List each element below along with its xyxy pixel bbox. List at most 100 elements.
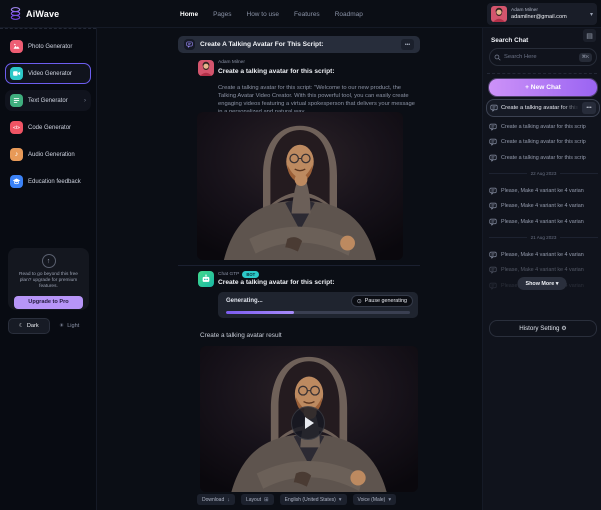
app-header: AiWave Home Pages How to use Features Ro… [0, 0, 601, 28]
sidebar-item-label: Education feedback [28, 179, 81, 185]
chat-item-menu-button[interactable]: ••• [582, 102, 596, 114]
search-input[interactable] [504, 54, 576, 60]
education-icon [10, 175, 23, 188]
search-box: ⌘K [489, 48, 597, 66]
user-message-heading: Create a talking avatar for this script: [218, 68, 335, 75]
chat-main: Create A Talking Avatar For This Script:… [97, 28, 482, 510]
language-select[interactable]: English (United States)▾ [280, 494, 347, 505]
nav-roadmap[interactable]: Roadmap [335, 11, 363, 18]
sidebar-item-photo-generator[interactable]: Photo Generator [5, 36, 91, 57]
pause-icon: ⊙ [357, 298, 362, 305]
layout-icon: ⊞ [264, 497, 269, 503]
play-button[interactable] [291, 406, 325, 440]
result-actions: Download↓ Layout⊞ English (United States… [197, 494, 396, 505]
pause-generating-button[interactable]: ⊙ Pause generating [351, 295, 413, 307]
bot-author-row: Chat GTP BOT [218, 271, 259, 278]
chat-icon [490, 104, 498, 112]
sidebar-item-audio-generation[interactable]: ♪ Audio Generation [5, 144, 91, 165]
code-icon: </> [10, 121, 23, 134]
active-chat-item[interactable]: Create a talking avatar for this scrip •… [486, 99, 600, 117]
chat-icon [489, 154, 497, 162]
history-item[interactable]: Please, Make 4 variant ke 4 varian [489, 250, 598, 259]
history-item[interactable]: Please, Make 4 variant ke 4 varian [489, 217, 598, 226]
dark-mode-button[interactable]: ☾Dark [8, 318, 50, 334]
chat-icon [489, 138, 497, 146]
bot-message-heading: Create a talking avatar for this script: [218, 279, 335, 286]
chat-title: Create A Talking Avatar For This Script: [200, 41, 323, 48]
search-icon [494, 54, 501, 61]
user-message-avatar [198, 60, 214, 76]
chat-menu-button[interactable]: ••• [401, 39, 414, 50]
moon-icon: ☾ [19, 323, 24, 329]
sidebar-item-label: Photo Generator [28, 44, 72, 50]
sidebar-item-video-generator[interactable]: Video Generator [5, 63, 91, 84]
left-sidebar: Photo Generator Video Generator Text Gen… [0, 28, 97, 510]
upgrade-to-pro-button[interactable]: Upgrade to Pro [14, 296, 83, 309]
sun-icon: ☀ [59, 323, 64, 329]
chat-icon [489, 266, 497, 274]
chevron-down-icon: ▾ [339, 497, 342, 503]
chat-icon [489, 282, 497, 290]
nav-pages[interactable]: Pages [213, 11, 231, 18]
history-item[interactable]: Please, Make 4 variant ke 4 varian [489, 186, 598, 195]
generating-label: Generating... [226, 298, 263, 304]
sidebar-item-text-generator[interactable]: Text Generator › [5, 90, 91, 111]
divider [487, 73, 597, 74]
chat-history-list: Create a talking avatar for this scrip C… [489, 122, 598, 297]
download-button[interactable]: Download↓ [197, 494, 235, 505]
history-item[interactable]: Please, Make 4 variant ke 4 varian [489, 202, 598, 211]
script-reference-image [197, 112, 403, 260]
voice-select[interactable]: Voice (Male)▾ [353, 494, 397, 505]
text-icon [10, 94, 23, 107]
sidebar-item-label: Code Generator [28, 125, 71, 131]
history-item[interactable]: Create a talking avatar for this scrip [489, 122, 598, 131]
message-divider [178, 265, 420, 266]
result-label: Create a talking avatar result [200, 332, 282, 339]
generating-card: Generating... ⊙ Pause generating [218, 292, 418, 318]
chevron-right-icon: › [84, 98, 86, 104]
history-item[interactable]: Please, Make 4 variant ke 4 varian [489, 266, 598, 275]
aiwave-logo-icon [9, 6, 22, 21]
app-root: AiWave Home Pages How to use Features Ro… [0, 0, 601, 510]
nav-features[interactable]: Features [294, 11, 320, 18]
brand-name: AiWave [26, 9, 59, 19]
sidebar-item-code-generator[interactable]: </> Code Generator [5, 117, 91, 138]
layout-button[interactable]: Layout⊞ [241, 494, 274, 505]
right-panel: ▤ Search Chat ⌘K + New Chat Create a tal… [482, 28, 601, 510]
theme-toggle: ☾Dark ☀Light [8, 318, 89, 334]
upgrade-card: ↑ Read to go beyond this free plan? upgr… [8, 248, 89, 310]
history-item[interactable]: Create a talking avatar for this scrip [489, 153, 598, 162]
chat-icon [489, 202, 497, 210]
play-icon [305, 417, 314, 429]
history-item[interactable]: Create a talking avatar for this scrip [489, 138, 598, 147]
chat-icon [489, 123, 497, 131]
search-chat-heading: Search Chat [491, 37, 528, 44]
chat-title-icon [184, 39, 195, 50]
history-setting-button[interactable]: History Setting ⚙ [489, 320, 597, 337]
main-nav: Home Pages How to use Features Roadmap [180, 0, 363, 28]
user-message-author: Adam Milner [218, 60, 245, 65]
progress-fill [226, 311, 294, 314]
audio-icon: ♪ [10, 148, 23, 161]
light-mode-button[interactable]: ☀Light [50, 318, 90, 334]
panel-collapse-icon[interactable]: ▤ [583, 29, 596, 42]
active-chat-label: Create a talking avatar for this scrip [501, 105, 579, 111]
history-date-divider: 21 Aug 2023 [489, 233, 598, 242]
brand[interactable]: AiWave [9, 6, 59, 21]
upgrade-text: Read to go beyond this free plan? upgrad… [14, 272, 83, 290]
chat-title-bar: Create A Talking Avatar For This Script:… [178, 36, 420, 53]
nav-how-to-use[interactable]: How to use [247, 11, 280, 18]
user-email: adamilner@gmail.com [511, 14, 567, 21]
user-profile-menu[interactable]: Adam Milner adamilner@gmail.com ▾ [487, 3, 597, 25]
sidebar-item-label: Audio Generation [28, 152, 75, 158]
new-chat-button[interactable]: + New Chat [489, 79, 597, 96]
download-icon: ↓ [227, 497, 230, 503]
chat-icon [489, 251, 497, 259]
avatar [491, 6, 507, 22]
history-date-divider: 22 Aug 2023 [489, 169, 598, 178]
show-more-button[interactable]: Show More ▾ [518, 277, 567, 290]
sidebar-item-education-feedback[interactable]: Education feedback [5, 171, 91, 192]
nav-home[interactable]: Home [180, 11, 198, 18]
bot-avatar-icon [198, 271, 214, 287]
search-shortcut-badge: ⌘K [579, 53, 592, 62]
